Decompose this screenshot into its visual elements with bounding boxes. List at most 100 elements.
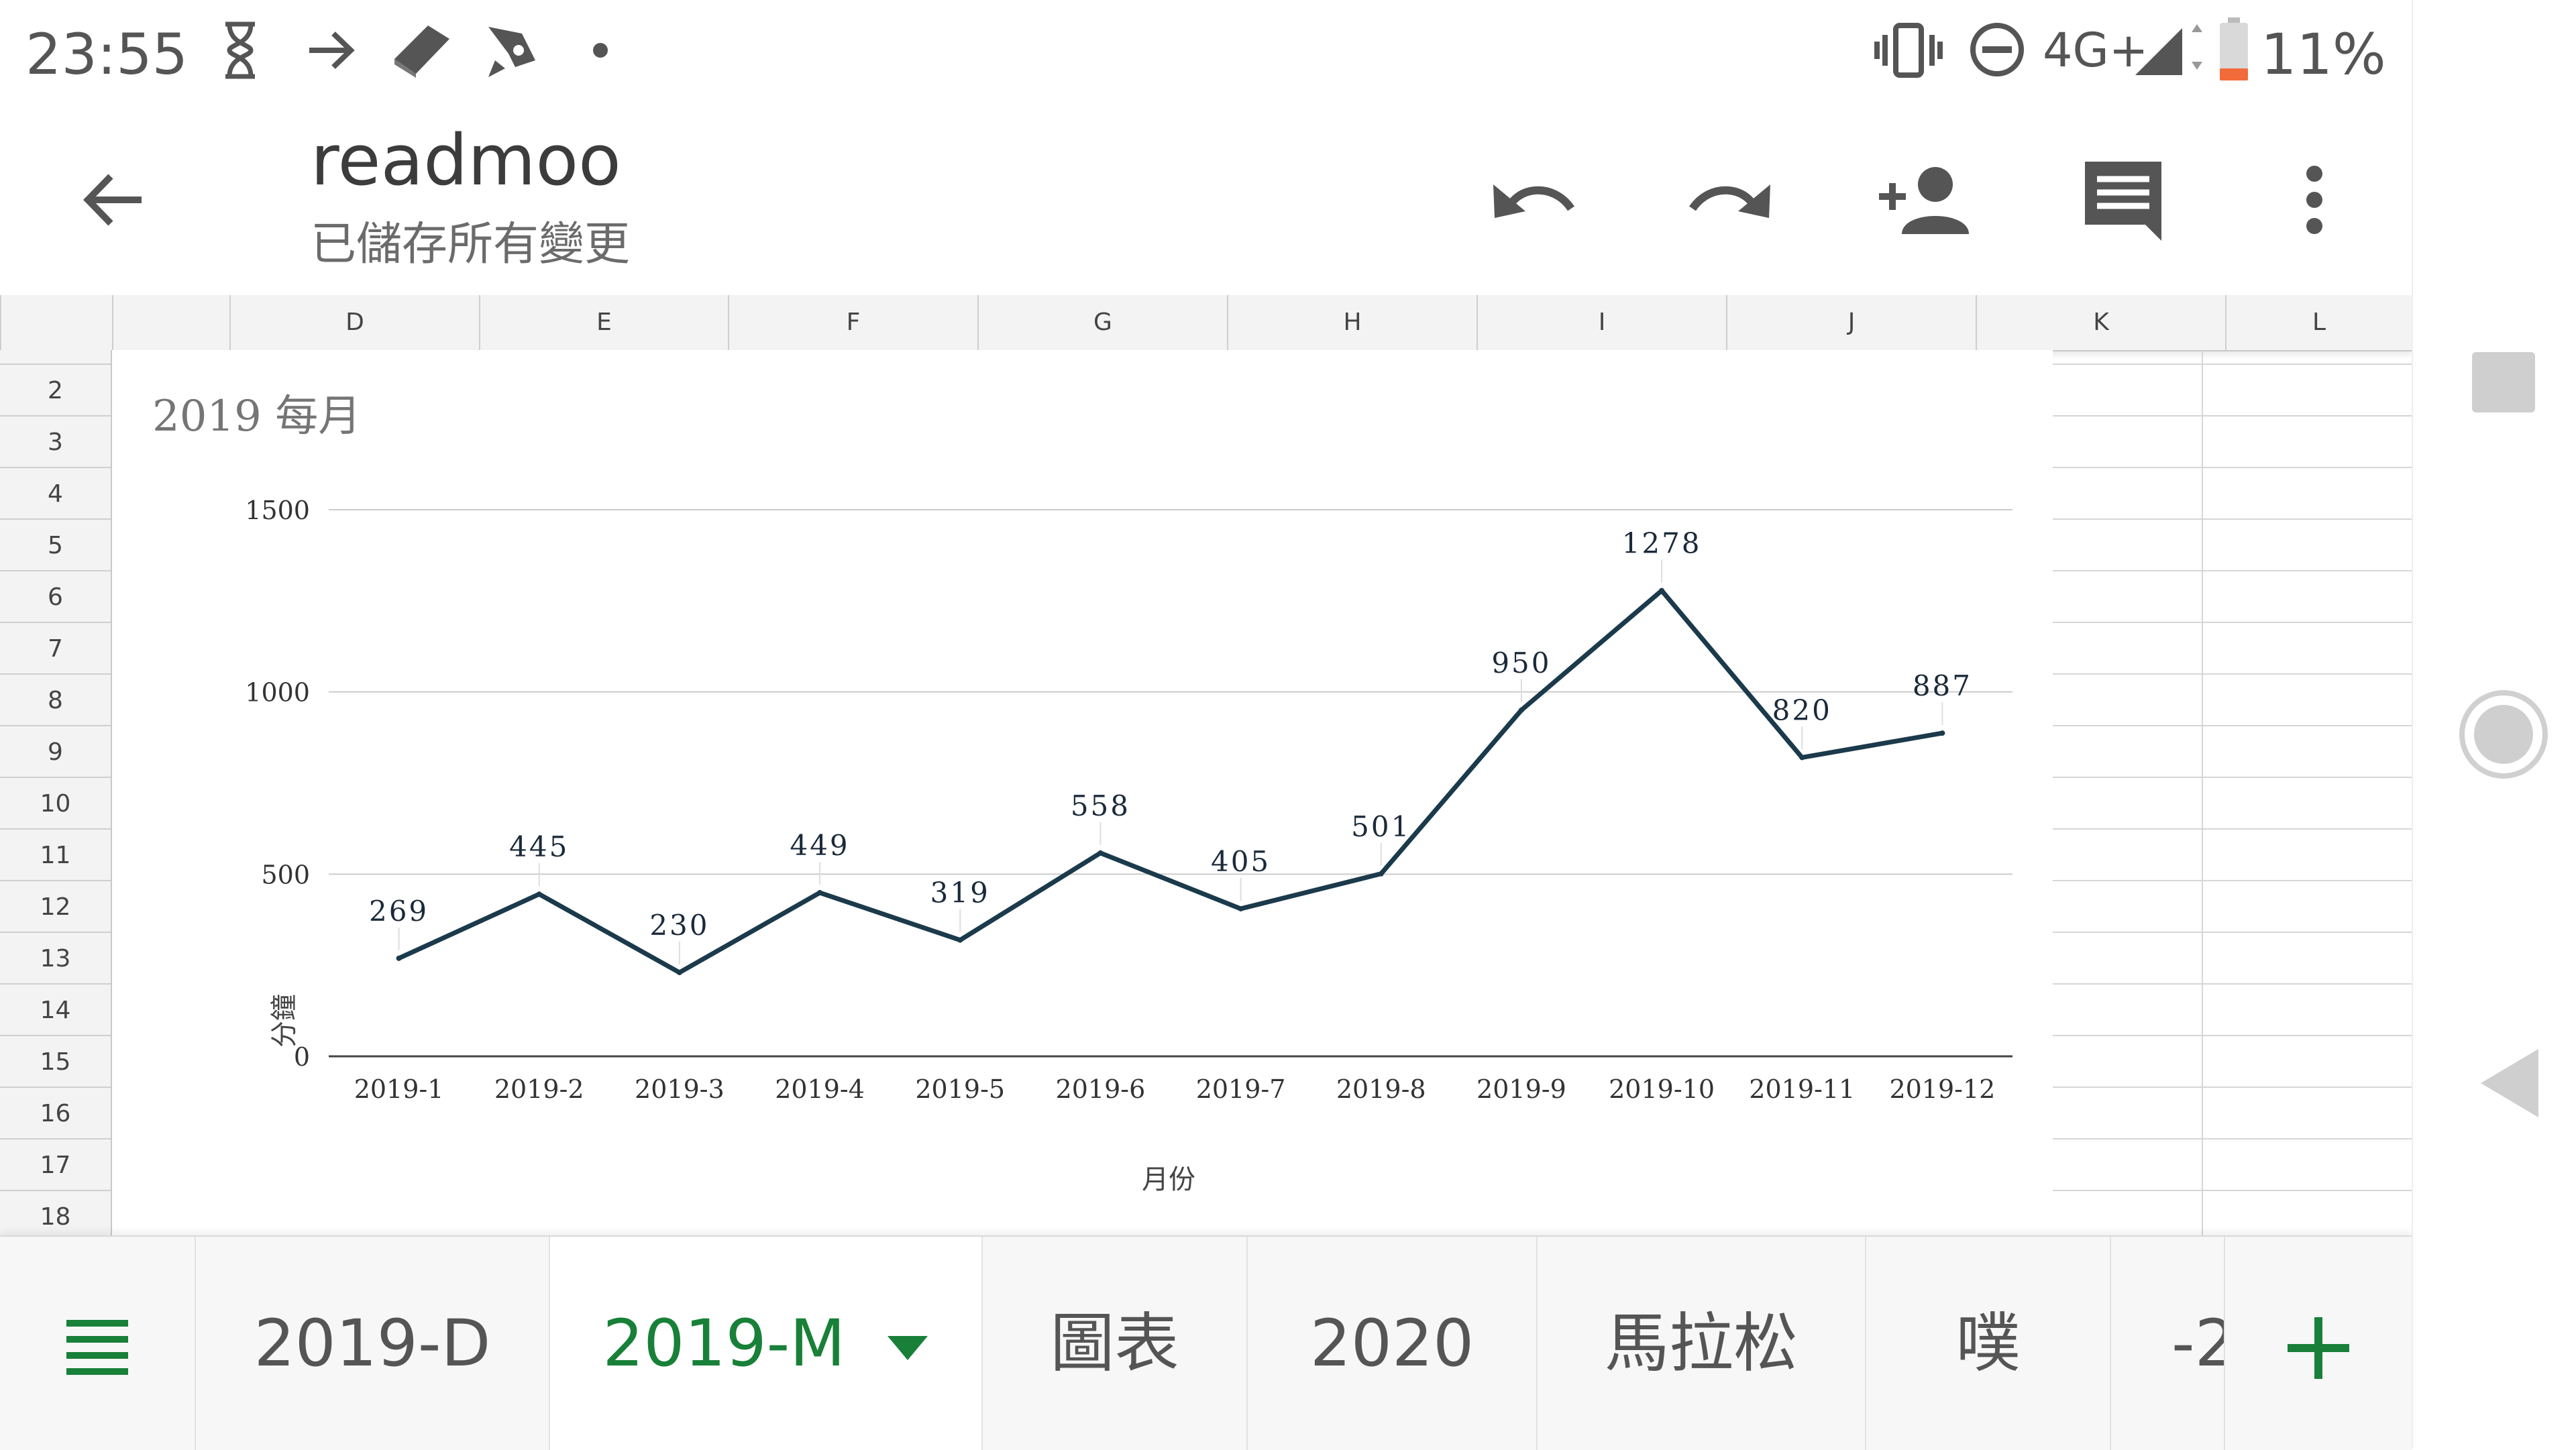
chart-svg: 2019 每月 分鐘 月份 0 500 1000 1500 2019-1 2019-2 2… (152, 392, 2012, 1195)
series-line (398, 588, 1943, 975)
x-tick-label: 2019-5 (915, 1074, 1005, 1104)
row-header-7[interactable]: 7 (0, 623, 111, 675)
data-label: 887 (1913, 669, 1972, 702)
data-label: 950 (1491, 647, 1551, 679)
sheet-tab-bar: 2019-D 2019-M 圖表 2020 馬拉松 噗 -2 (0, 1235, 2412, 1450)
x-tick-label: 2019-3 (635, 1074, 724, 1104)
sheet-tab-2019-D[interactable]: 2019-D (196, 1237, 550, 1450)
row-header-8[interactable]: 8 (0, 675, 111, 726)
add-person-icon (1879, 167, 1969, 234)
column-header-I[interactable]: I (1477, 295, 1726, 350)
column-header-F[interactable]: F (728, 295, 977, 350)
data-point (1378, 871, 1384, 877)
data-label: 230 (649, 909, 709, 942)
redo-button[interactable] (1680, 150, 1781, 250)
data-point (1518, 707, 1524, 713)
cell-grid[interactable] (2053, 350, 2412, 1235)
book-icon (394, 25, 449, 78)
x-tick-label: 2019-7 (1196, 1074, 1286, 1104)
x-tick-label: 2019-6 (1056, 1074, 1146, 1104)
column-header-C[interactable] (112, 295, 229, 350)
row-header-10[interactable]: 10 (0, 778, 111, 830)
add-sheet-button[interactable] (2225, 1237, 2412, 1450)
data-point (1799, 755, 1805, 761)
row-header-15[interactable]: 15 (0, 1036, 111, 1088)
row-header-4[interactable]: 4 (0, 468, 111, 520)
row-header-18[interactable]: 18 (0, 1191, 111, 1235)
sheet-tab-chart[interactable]: 圖表 (983, 1237, 1248, 1450)
y-tick-label: 500 (261, 860, 310, 889)
row-header-11[interactable]: 11 (0, 830, 111, 881)
sheet-tab-pu[interactable]: 噗 (1866, 1237, 2111, 1450)
data-label: 449 (790, 829, 849, 862)
data-label: 445 (509, 830, 569, 863)
data-point (536, 891, 542, 897)
y-axis-label: 分鐘 (269, 994, 300, 1048)
x-axis-label: 月份 (1142, 1164, 1195, 1195)
data-point (1097, 850, 1104, 856)
data-label: 558 (1071, 789, 1130, 822)
back-arrow-icon (83, 174, 142, 226)
data-label: 820 (1772, 693, 1832, 726)
battery-icon (2220, 17, 2248, 80)
column-header-G[interactable]: G (977, 295, 1227, 350)
row-header-3[interactable]: 3 (0, 416, 111, 468)
x-tick-label: 2019-2 (494, 1074, 584, 1104)
row-header-6[interactable]: 6 (0, 571, 111, 623)
x-tick-label: 2019-11 (1749, 1074, 1855, 1104)
row-header-16[interactable]: 16 (0, 1088, 111, 1139)
back-button[interactable] (67, 153, 161, 247)
more-options-button[interactable] (2277, 150, 2351, 250)
comment-button[interactable] (2073, 150, 2174, 250)
toolbar: readmoo 已儲存所有變更 (0, 106, 2412, 295)
y-tick-label: 1500 (245, 496, 310, 525)
status-bar: 23:55 4G+ 11% (0, 0, 2412, 106)
home-circle-icon[interactable] (2457, 687, 2551, 781)
comment-icon (2085, 162, 2161, 241)
back-triangle-icon[interactable] (2477, 1046, 2544, 1120)
share-button[interactable] (1872, 150, 1979, 250)
column-header-H[interactable]: H (1227, 295, 1477, 350)
dot-icon (593, 43, 608, 58)
sheet-tab-partial[interactable]: -2 (2111, 1237, 2225, 1450)
dropdown-triangle-icon[interactable] (886, 1335, 929, 1361)
column-header-E[interactable]: E (479, 295, 728, 350)
battery-percent: 11% (2261, 21, 2386, 87)
signal-icon (2135, 24, 2202, 75)
row-header-2[interactable]: 2 (0, 365, 111, 416)
undo-button[interactable] (1483, 150, 1583, 250)
dnd-icon (1970, 23, 2024, 76)
line-chart[interactable]: 2019 每月 分鐘 月份 0 500 1000 1500 2019-1 2019-2 2… (112, 350, 2053, 1235)
hourglass-icon (225, 21, 255, 79)
save-status: 已儲存所有變更 (311, 218, 631, 271)
y-tick-label: 1000 (245, 678, 310, 708)
x-tick-label: 2019-4 (775, 1074, 865, 1104)
select-all-corner[interactable] (0, 295, 112, 350)
x-tick-label: 2019-8 (1336, 1074, 1426, 1104)
column-header-J[interactable]: J (1726, 295, 1976, 350)
data-label: 319 (930, 877, 990, 909)
data-label: 405 (1211, 845, 1271, 878)
row-header-9[interactable]: 9 (0, 726, 111, 778)
chart-title: 2019 每月 (152, 392, 361, 441)
sheet-tab-2019-M[interactable]: 2019-M (550, 1237, 983, 1450)
row-header-14[interactable]: 14 (0, 985, 111, 1036)
add-sheet-icon (2288, 1317, 2349, 1379)
column-header-L[interactable]: L (2225, 295, 2412, 350)
sheet-tab-2020[interactable]: 2020 (1248, 1237, 1538, 1450)
row-header-5[interactable]: 5 (0, 520, 111, 571)
column-header-D[interactable]: D (229, 295, 479, 350)
row-header-12[interactable]: 12 (0, 881, 111, 933)
row-header-13[interactable]: 13 (0, 933, 111, 985)
data-point (817, 890, 823, 896)
sheet-tab-marathon[interactable]: 馬拉松 (1538, 1237, 1866, 1450)
x-tick-label: 2019-10 (1609, 1074, 1715, 1104)
rocket-icon (488, 27, 535, 77)
x-tick-label: 2019-1 (354, 1074, 444, 1104)
row-header-17[interactable]: 17 (0, 1139, 111, 1191)
recents-square-icon[interactable] (2472, 352, 2535, 412)
sheet-list-button[interactable] (0, 1237, 196, 1450)
row-header-1[interactable]: 1 (0, 350, 111, 365)
android-nav-bar (2412, 0, 2576, 1449)
column-header-K[interactable]: K (1976, 295, 2225, 350)
